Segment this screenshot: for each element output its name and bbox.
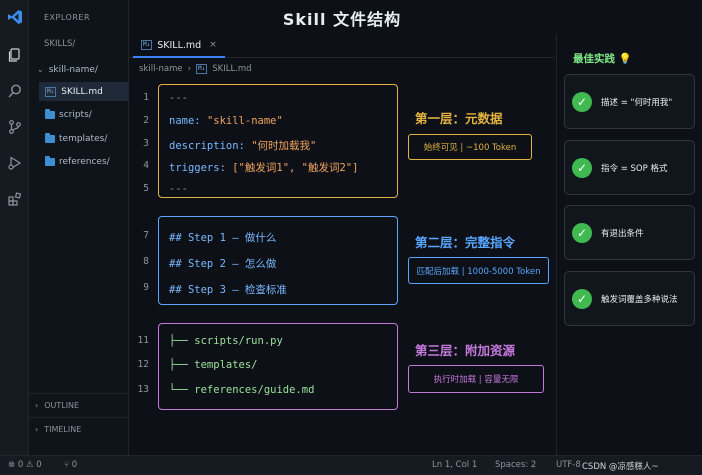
explorer-sidebar: EXPLORER SKILLS/ ⌄ skill-name/ M↓ SKILL.…: [29, 0, 129, 455]
yaml-value: ["触发词1", "触发词2"]: [232, 162, 359, 174]
encoding-setting[interactable]: UTF-8: [556, 460, 581, 470]
line-number: 9: [143, 282, 149, 293]
vscode-logo-icon: [0, 4, 29, 30]
layer-tag: 始终可见 | ~100 Token: [408, 134, 532, 160]
practice-text: 描述 = "何时用我": [601, 97, 673, 108]
close-icon[interactable]: ×: [209, 40, 217, 50]
practice-card: ✓ 触发词覆盖多种说法: [564, 271, 695, 326]
ports-indicator[interactable]: ⑂ 0: [64, 460, 77, 470]
page-title: Skill 文件结构: [282, 10, 402, 29]
editor-tab-bar: M↓ SKILL.md ×: [129, 34, 555, 58]
check-circle-icon: ✓: [572, 91, 592, 112]
line-number: 12: [137, 359, 149, 370]
check-circle-icon: ✓: [572, 222, 592, 243]
layer-title: 第一层：元数据: [415, 111, 503, 126]
tree-file-skill-md[interactable]: M↓ SKILL.md: [39, 82, 129, 101]
chevron-right-icon: ›: [35, 401, 39, 410]
code-line: └── references/guide.md: [169, 384, 315, 396]
chevron-down-icon: ⌄: [37, 65, 44, 74]
practice-text: 触发词覆盖多种说法: [601, 294, 678, 305]
line-number: 4: [143, 160, 149, 171]
folder-icon: [45, 132, 55, 143]
markdown-file-icon: M↓: [196, 64, 208, 74]
yaml-key: description:: [169, 140, 245, 152]
tree-item-label: SKILL.md: [61, 86, 103, 97]
layer-title: 第二层：完整指令: [415, 235, 516, 250]
indentation-setting[interactable]: Spaces: 2: [495, 460, 536, 470]
workspace-section[interactable]: SKILLS/: [44, 39, 75, 49]
line-number: 7: [143, 230, 149, 241]
line-number: 13: [137, 384, 149, 395]
code-line: ---: [169, 183, 188, 195]
layer-tag: 匹配后加载 | 1000-5000 Token: [408, 257, 549, 284]
tree-item-label: scripts/: [59, 109, 92, 120]
practice-text: 指令 = SOP 格式: [601, 163, 668, 174]
code-line: ├── templates/: [169, 359, 258, 371]
problems-indicator[interactable]: ⊗ 0 ⚠ 0: [8, 460, 42, 470]
source-control-icon[interactable]: [0, 114, 29, 140]
chevron-right-icon: ›: [35, 425, 39, 434]
tree-item-label: skill-name/: [48, 64, 98, 75]
best-practices-panel: 最佳实践 💡 ✓ 描述 = "何时用我" ✓ 指令 = SOP 格式 ✓ 有退出…: [556, 34, 702, 455]
yaml-value: "skill-name": [206, 115, 283, 127]
practice-text: 有退出条件: [601, 228, 644, 239]
code-line: triggers: ["触发词1", "触发词2"]: [169, 160, 358, 175]
layer-tag: 执行时加载 | 容量无限: [408, 365, 544, 393]
yaml-key: name:: [169, 115, 201, 127]
line-number: 8: [143, 256, 149, 267]
activity-bar: [0, 0, 29, 455]
code-line: name: "skill-name": [169, 115, 283, 127]
line-number: 3: [143, 138, 149, 149]
folder-icon: [45, 108, 55, 119]
tab-skill-md[interactable]: M↓ SKILL.md ×: [133, 34, 225, 58]
code-line: description: "何时加载我": [169, 138, 316, 153]
files-icon[interactable]: [0, 42, 29, 68]
practice-card: ✓ 指令 = SOP 格式: [564, 140, 695, 195]
check-circle-icon: ✓: [572, 157, 592, 178]
tree-folder-templates[interactable]: templates/: [45, 129, 107, 148]
tree-folder-skill-name[interactable]: ⌄ skill-name/: [37, 60, 129, 79]
markdown-file-icon: M↓: [141, 40, 153, 50]
folder-icon: [45, 155, 55, 166]
code-line: ├── scripts/run.py: [169, 335, 283, 347]
search-icon[interactable]: [0, 78, 29, 104]
watermark-text: CSDN @凉感糕人~: [582, 462, 659, 472]
explorer-heading: EXPLORER: [44, 13, 90, 22]
status-bar: ⊗ 0 ⚠ 0 ⑂ 0 Ln 1, Col 1 Spaces: 2 UTF-8 …: [0, 455, 702, 475]
markdown-file-icon: M↓: [45, 86, 57, 97]
breadcrumb-item[interactable]: SKILL.md: [212, 64, 251, 74]
line-number: 5: [143, 183, 149, 194]
practice-card: ✓ 有退出条件: [564, 205, 695, 260]
run-debug-icon[interactable]: [0, 150, 29, 176]
layer-title: 第三层：附加资源: [415, 343, 516, 358]
check-circle-icon: ✓: [572, 288, 592, 309]
tree-folder-references[interactable]: references/: [45, 152, 110, 171]
breadcrumb: skill-name › M↓ SKILL.md: [139, 64, 252, 74]
breadcrumb-item[interactable]: skill-name: [139, 64, 183, 74]
code-line: ## Step 2 — 怎么做: [169, 258, 277, 270]
extensions-icon[interactable]: [0, 186, 29, 212]
tree-folder-scripts[interactable]: scripts/: [45, 105, 92, 124]
code-line: ## Step 1 — 做什么: [169, 232, 277, 244]
tree-item-label: references/: [59, 156, 110, 167]
chevron-right-icon: ›: [187, 64, 192, 74]
code-line: ## Step 3 — 检查标准: [169, 284, 287, 296]
best-practices-title: 最佳实践 💡: [573, 53, 632, 65]
line-number: 2: [143, 115, 149, 126]
tab-label: SKILL.md: [157, 39, 202, 51]
yaml-value: "何时加载我": [251, 140, 317, 152]
tree-item-label: templates/: [59, 133, 108, 144]
code-line: ---: [169, 92, 188, 104]
line-number: 11: [137, 335, 149, 346]
outline-section[interactable]: › OUTLINE: [29, 393, 129, 417]
line-number: 1: [143, 92, 149, 103]
timeline-label: TIMELINE: [44, 425, 82, 434]
outline-label: OUTLINE: [44, 401, 80, 410]
yaml-key: triggers:: [169, 162, 226, 174]
timeline-section[interactable]: › TIMELINE: [29, 417, 129, 441]
practice-card: ✓ 描述 = "何时用我": [564, 74, 695, 129]
cursor-position[interactable]: Ln 1, Col 1: [432, 460, 477, 470]
